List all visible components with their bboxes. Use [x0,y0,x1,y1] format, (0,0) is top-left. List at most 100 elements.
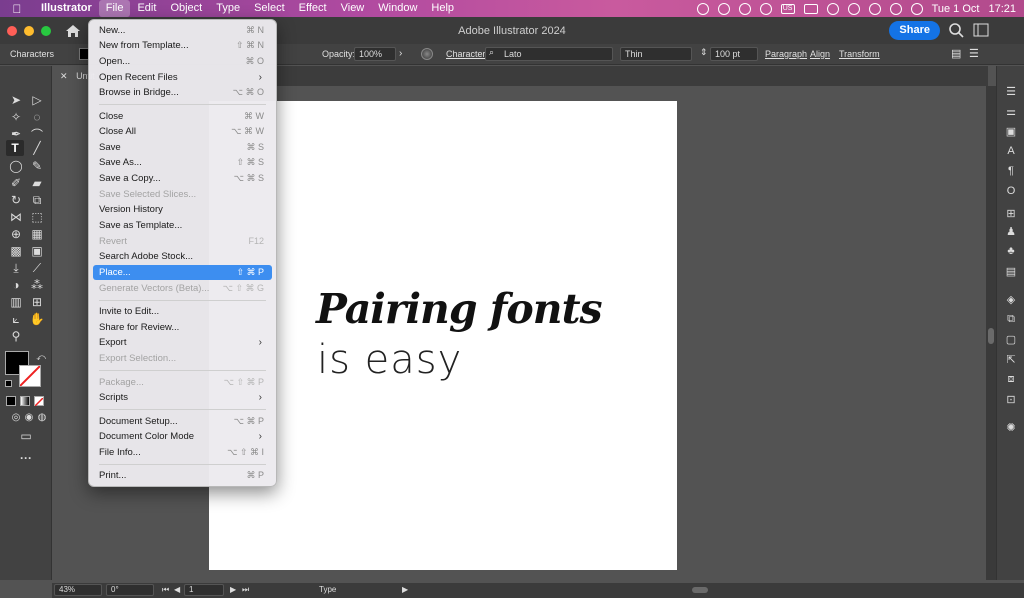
character-icon[interactable]: A [1003,144,1019,158]
menu-item-place[interactable]: Place... ⇧ ⌘ P [93,265,272,280]
menu-effect[interactable]: Effect [292,0,334,17]
line-tool-icon[interactable]: ╱ [28,140,46,156]
type-tool-icon[interactable]: T [6,140,24,156]
shape-builder-icon[interactable]: ⊕ [7,226,25,242]
menu-item-file-info[interactable]: File Info... ⌥ ⇧ ⌘ I [93,445,272,460]
free-transform-icon[interactable]: ⬚ [28,209,46,225]
creative-cloud-icon[interactable] [717,2,730,15]
headline-text[interactable]: Pairing fonts [316,285,603,333]
menu-help[interactable]: Help [424,0,461,17]
vertical-scrollbar[interactable] [986,86,996,580]
gradient-mode-icon[interactable] [20,396,30,406]
measure-tool-icon[interactable]: ⟋ [28,260,46,276]
battery-icon[interactable] [803,3,818,14]
menu-item-save[interactable]: Save ⌘ S [93,140,272,155]
close-window-button[interactable] [7,25,17,36]
workspace-icon[interactable] [973,22,989,38]
menu-item-scripts[interactable]: Scripts › [93,390,272,405]
export-icon[interactable]: ⇱ [1003,352,1019,366]
subheadline-text[interactable]: is easy [317,337,462,383]
gradient-tool-icon[interactable]: ▣ [28,243,46,259]
menu-item-new-from-template[interactable]: New from Template... ⇧ ⌘ N [93,38,272,53]
scroll-thumb[interactable] [988,328,994,344]
shaper-tool-icon[interactable]: ✐ [7,175,25,191]
menu-item-version-history[interactable]: Version History [93,202,272,217]
symbols-icon[interactable]: ♣ [1003,244,1019,258]
rotate-tool-icon[interactable]: ↻ [7,192,25,208]
menu-item-document-color-mode[interactable]: Document Color Mode › [93,429,272,444]
menu-item-save-as[interactable]: Save As... ⇧ ⌘ S [93,155,272,170]
magic-wand-icon[interactable]: ✧ [7,109,25,125]
adjustments-icon[interactable]: ⚌ [1003,104,1019,118]
pathfinder-icon[interactable]: ⊡ [1003,392,1019,406]
previous-artboard-icon[interactable]: ◀ [174,585,180,594]
blend-tool-icon[interactable]: ◑ [7,277,25,293]
none-mode-icon[interactable] [34,396,44,407]
share-button[interactable]: Share [889,21,940,40]
artboard-number-field[interactable]: 1 [184,584,224,596]
app-menu[interactable]: Illustrator [34,0,99,17]
paragraph-link[interactable]: Paragraph [765,49,807,59]
paragraph-icon[interactable]: ¶ [1003,164,1019,178]
recolor-icon[interactable] [421,48,433,60]
arrange-icon[interactable]: ▤ [951,47,961,60]
swap-colors-icon[interactable]: ⤺ [32,349,50,365]
lasso-icon[interactable]: ◌ [28,109,46,125]
minimize-window-button[interactable] [24,25,34,36]
wifi-icon[interactable] [847,2,860,15]
gradient-panel-icon[interactable]: ▤ [1003,264,1019,278]
opacity-field[interactable]: 100% [354,47,396,61]
menu-item-print[interactable]: Print... ⌘ P [93,468,272,483]
scale-tool-icon[interactable]: ⧉ [28,192,46,208]
menu-item-save-template[interactable]: Save as Template... [93,218,272,233]
menu-item-invite-edit[interactable]: Invite to Edit... [93,304,272,319]
menu-item-close[interactable]: Close ⌘ W [93,109,272,124]
bluetooth-icon[interactable] [826,2,839,15]
artboards-icon[interactable]: ⧉ [1003,312,1019,326]
scroll-thumb[interactable] [692,587,708,593]
close-icon[interactable]: ✕ [60,71,68,81]
color-mode-icon[interactable] [6,396,16,406]
home-icon[interactable] [65,24,81,38]
apple-icon[interactable]:  [0,2,34,16]
font-size-field[interactable]: 100 pt [710,47,758,61]
properties-icon[interactable]: ☰ [1003,84,1019,98]
chevron-right-icon[interactable]: › [399,48,402,59]
menu-item-export[interactable]: Export › [93,335,272,350]
first-artboard-icon[interactable]: ⏮ [162,585,169,595]
zoom-tool-icon[interactable]: ⚲ [7,328,25,344]
menu-edit[interactable]: Edit [130,0,163,17]
ellipse-tool-icon[interactable]: ◯ [7,158,25,174]
width-tool-icon[interactable]: ⋈ [7,209,25,225]
zoom-field[interactable]: 43% [54,584,102,596]
paintbrush-icon[interactable]: ✎ [28,158,46,174]
transform-icon[interactable]: ⊞ [1003,206,1019,220]
hand-tool-icon[interactable]: ✋ [28,311,46,327]
stepper-icon[interactable]: ⇕ [700,47,708,58]
selection-tool-icon[interactable]: ➤ [7,92,25,108]
stroke-color-swatch[interactable] [19,365,41,387]
control-center-icon[interactable] [889,2,902,15]
opentype-icon[interactable]: O [1003,184,1019,198]
horizontal-scrollbar[interactable] [420,585,980,595]
search-icon[interactable] [948,22,964,38]
siri-icon[interactable] [910,2,923,15]
input-source-icon[interactable]: US [780,3,795,14]
menu-object[interactable]: Object [163,0,209,17]
eyedropper-icon[interactable]: ⤓ [7,260,25,276]
font-family-field[interactable]: Lato [485,47,613,61]
slice-tool-icon[interactable]: ⟀ [7,311,25,327]
artboard[interactable]: Pairing fonts is easy [209,101,677,570]
direct-selection-tool-icon[interactable]: ▷ [28,92,46,108]
more-tools-icon[interactable]: ··· [17,450,35,466]
menu-item-document-setup[interactable]: Document Setup... ⌥ ⌘ P [93,414,272,429]
menu-item-open[interactable]: Open... ⌘ O [93,54,272,69]
menu-item-open-recent[interactable]: Open Recent Files › [93,70,272,85]
menu-window[interactable]: Window [371,0,424,17]
menu-item-search-stock[interactable]: Search Adobe Stock... [93,249,272,264]
character-link[interactable]: Character: [446,49,488,59]
clock-icon[interactable] [759,2,772,15]
menu-item-browse-bridge[interactable]: Browse in Bridge... ⌥ ⌘ O [93,85,272,100]
align-panel-icon[interactable]: ⧈ [1003,372,1019,386]
rotate-view-field[interactable]: 0° [106,584,154,596]
